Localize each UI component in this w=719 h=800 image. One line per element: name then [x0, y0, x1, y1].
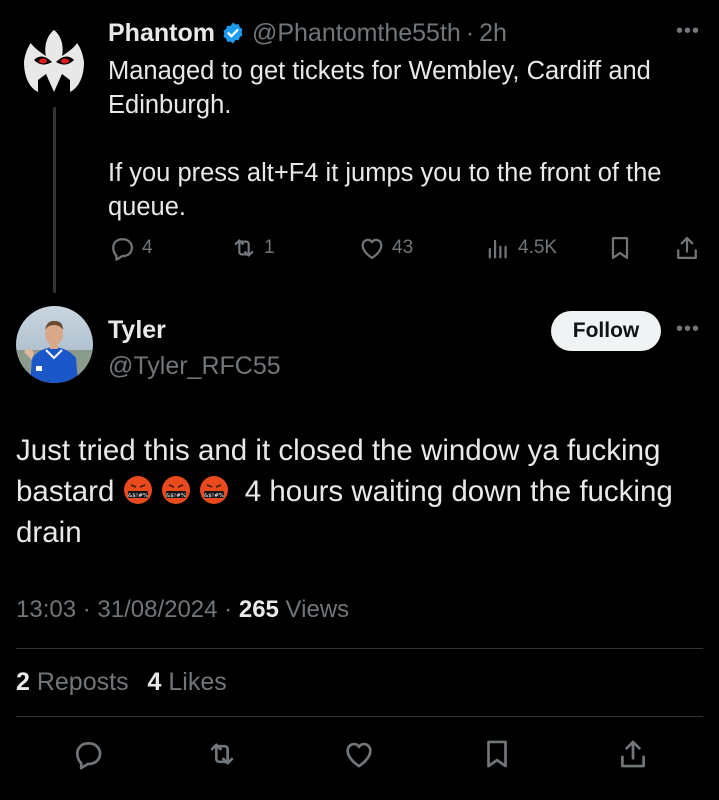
angry-face-icon: &$!#%: [199, 476, 228, 504]
share-action[interactable]: [673, 234, 701, 262]
views-label: Views: [278, 596, 350, 623]
repost-action[interactable]: 1: [230, 234, 275, 262]
bottom-action-bar: [0, 733, 719, 777]
parent-header: Phantom @Phantomthe55th · 2h: [108, 18, 507, 48]
reply-action[interactable]: 4: [108, 234, 153, 262]
likes-number: 4: [147, 668, 162, 696]
emoji-symbols: &$!#%: [204, 493, 224, 499]
views-action[interactable]: 4.5K: [484, 234, 557, 262]
likes-label: Likes: [161, 668, 227, 696]
like-count: 43: [392, 237, 414, 258]
reply-author-handle[interactable]: @Tyler_RFC55: [108, 352, 281, 381]
repost-count: 1: [264, 237, 275, 258]
like-icon: [361, 238, 383, 260]
divider: [16, 716, 703, 717]
phantom-avatar[interactable]: [16, 22, 92, 98]
reposts-number: 2: [16, 668, 30, 696]
tweet-meta: 13:03 · 31/08/2024 · 265 Views: [16, 596, 349, 624]
repost-icon: [234, 239, 254, 257]
repost-icon[interactable]: [205, 737, 239, 771]
thread-line: [53, 107, 56, 293]
reply-author-name[interactable]: Tyler: [108, 316, 166, 345]
bookmark-action[interactable]: [606, 234, 634, 262]
views-number: 265: [238, 596, 279, 623]
reply-icon: [112, 238, 134, 261]
follow-button[interactable]: Follow: [551, 311, 661, 351]
parent-author-handle[interactable]: @Phantomthe55th: [252, 19, 461, 48]
more-icon[interactable]: •••: [676, 20, 700, 43]
verified-badge-icon: [223, 22, 243, 44]
reposts-stat[interactable]: 2 Reposts: [16, 668, 129, 696]
reply-icon[interactable]: [71, 737, 105, 771]
views-icon: [488, 239, 507, 259]
share-icon[interactable]: [616, 737, 650, 771]
angry-face-icon: &$!#%: [123, 476, 152, 504]
parent-author-name[interactable]: Phantom: [108, 19, 215, 48]
reply-tweet-text: Just tried this and it closed the window…: [16, 430, 706, 553]
likes-stat[interactable]: 4 Likes: [148, 668, 227, 696]
parent-tweet-text: Managed to get tickets for Wembley, Card…: [108, 57, 662, 221]
emoji-symbols: &$!#%: [128, 493, 148, 499]
views-count: 4.5K: [518, 237, 558, 258]
parent-time[interactable]: 2h: [479, 19, 507, 48]
tweet-timestamp[interactable]: 13:03 · 31/08/2024 ·: [16, 596, 239, 623]
parent-actions: 4 1 43 4.5K: [108, 234, 703, 268]
like-icon[interactable]: [342, 737, 376, 771]
engagement-stats: 2 Reposts 4 Likes: [16, 668, 227, 697]
reply-count: 4: [142, 237, 153, 258]
like-action[interactable]: 43: [358, 234, 413, 262]
angry-face-icon: &$!#%: [161, 476, 190, 504]
bookmark-icon: [611, 236, 629, 260]
tyler-avatar[interactable]: [16, 306, 93, 383]
separator-dot: ·: [465, 18, 475, 47]
reposts-label: Reposts: [29, 668, 129, 696]
emoji-symbols: &$!#%: [166, 493, 186, 499]
divider: [16, 648, 703, 649]
share-icon: [677, 236, 697, 260]
more-icon[interactable]: •••: [676, 318, 700, 341]
bookmark-icon[interactable]: [480, 737, 514, 771]
